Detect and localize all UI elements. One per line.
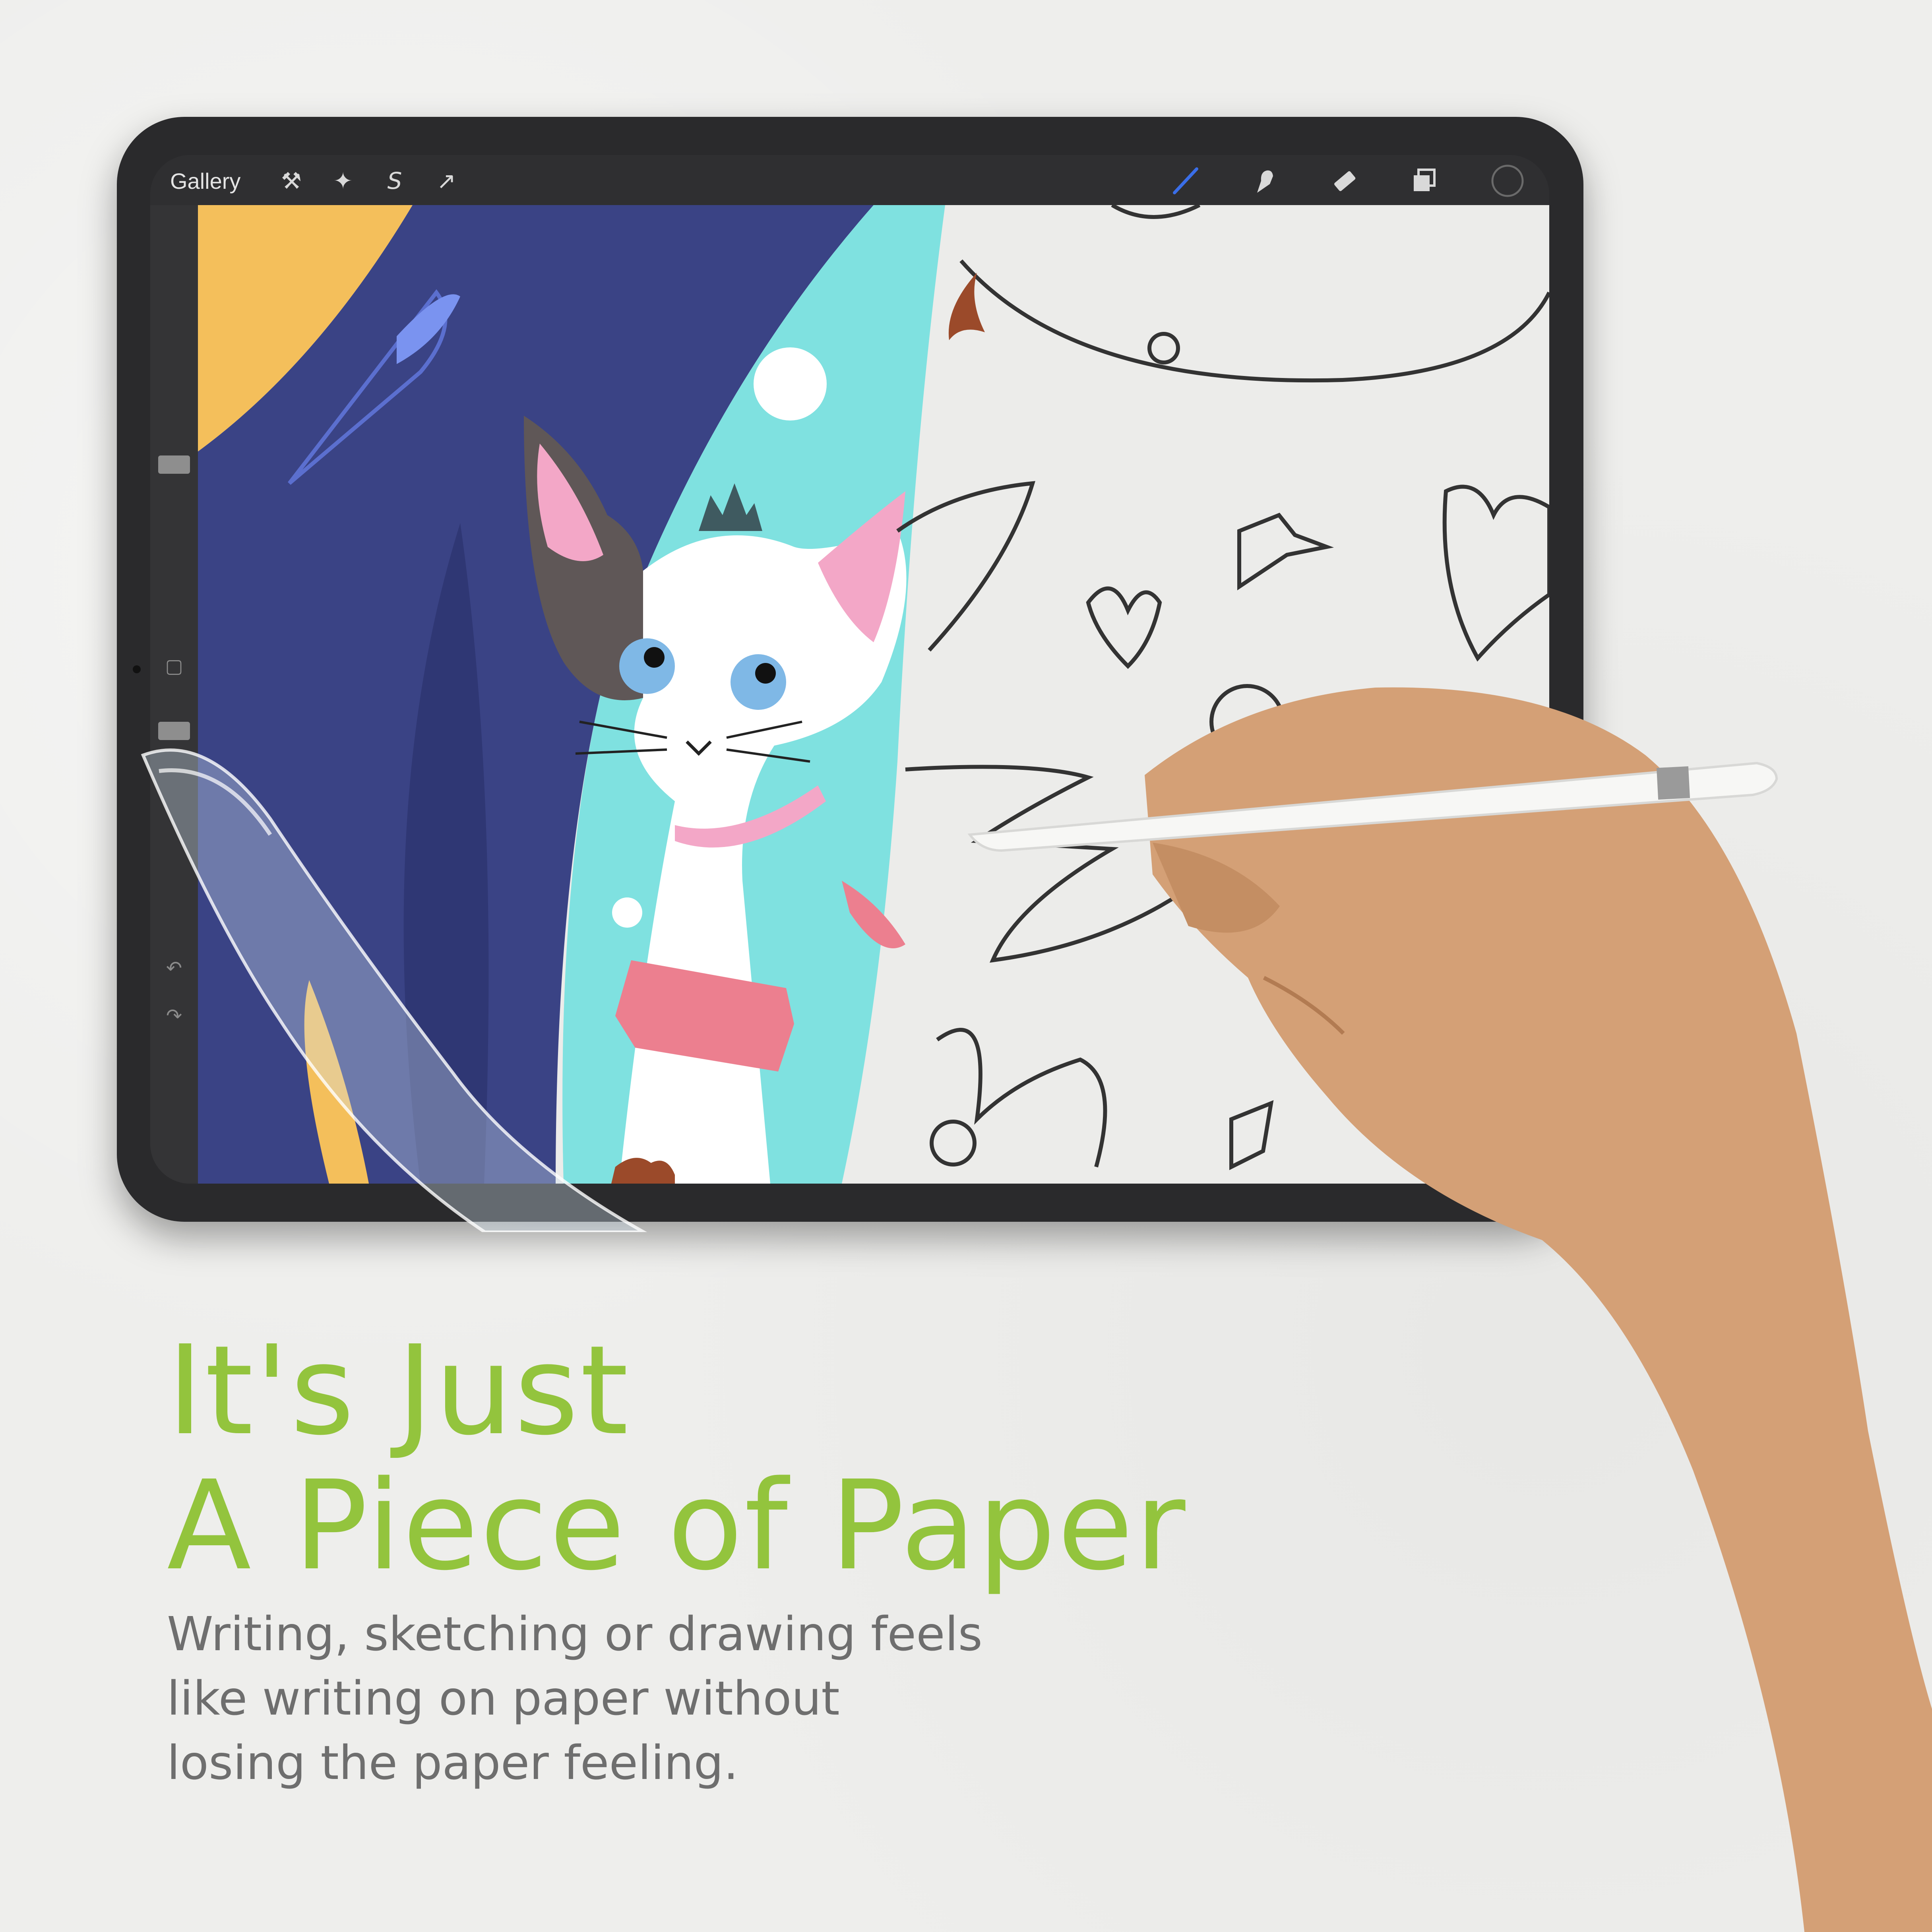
wrench-icon[interactable]: ⚒ [273,163,309,199]
brush-size-slider[interactable] [158,455,190,474]
description-line-1: Writing, sketching or drawing feels [167,1606,982,1661]
app-toolbar: Gallery ⚒ ✦ S ↗ [150,155,1549,205]
magic-wand-icon[interactable]: ✦ [325,163,361,199]
transform-arrow-icon[interactable]: ↗ [428,163,464,199]
smudge-icon-glyph [1257,170,1273,193]
modify-button[interactable]: ▢ [162,654,186,678]
headline-line-1: It's Just [167,1319,630,1463]
smudge-icon[interactable] [1247,163,1283,199]
eraser-icon-glyph [1334,171,1356,191]
gallery-button[interactable]: Gallery [170,163,240,199]
layers-icon[interactable] [1406,163,1442,199]
eraser-icon[interactable] [1327,163,1362,199]
headline-line-2: A Piece of Paper [167,1454,1187,1598]
selection-icon[interactable]: S [377,163,413,199]
description-line-2: like writing on paper without [167,1671,840,1726]
screen-protector-film [141,748,647,1232]
brush-icon[interactable] [1168,163,1203,199]
brush-icon-glyph [1173,167,1198,194]
description-text: Writing, sketching or drawing feels like… [167,1602,1121,1795]
front-camera [133,665,141,673]
color-picker-icon[interactable] [1490,163,1525,199]
layers-icon-glyph [1414,169,1436,191]
description-line-3: losing the paper feeling. [167,1735,738,1790]
color-swatch-glyph [1491,165,1524,197]
headline: It's Just A Piece of Paper [167,1324,1187,1594]
